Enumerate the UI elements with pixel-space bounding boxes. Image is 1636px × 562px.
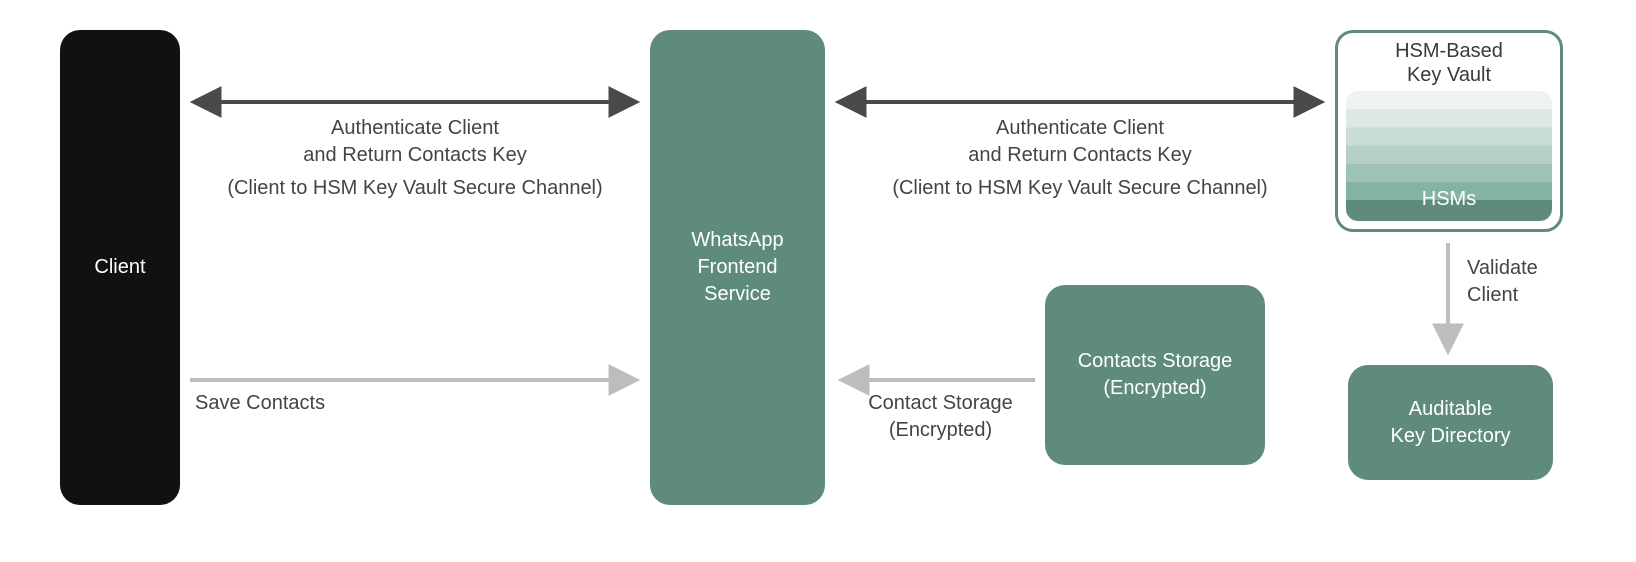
save-contacts-text: Save Contacts [195, 392, 325, 414]
validate-client-line1: Validate [1467, 255, 1538, 282]
contacts-storage-node: Contacts Storage (Encrypted) [1045, 285, 1265, 465]
hsm-key-vault-title: HSM-Based Key Vault [1395, 39, 1503, 87]
hsm-key-vault-node: HSM-Based Key Vault HSMs [1335, 30, 1563, 232]
frontend-service-label: WhatsApp Frontend Service [691, 227, 783, 308]
auth-left-line2: and Return Contacts Key [195, 142, 635, 169]
contact-storage-label: Contact Storage (Encrypted) [843, 390, 1038, 444]
auth-right-line2: and Return Contacts Key [840, 142, 1320, 169]
validate-client-label: Validate Client [1467, 255, 1538, 309]
frontend-service-node: WhatsApp Frontend Service [650, 30, 825, 505]
contact-storage-line2: (Encrypted) [843, 417, 1038, 444]
client-node: Client [60, 30, 180, 505]
key-directory-label: Auditable Key Directory [1390, 396, 1510, 450]
auth-right-label: Authenticate Client and Return Contacts … [840, 115, 1320, 202]
client-label: Client [94, 254, 145, 281]
save-contacts-label: Save Contacts [195, 390, 325, 417]
auth-right-line1: Authenticate Client [840, 115, 1320, 142]
contacts-storage-label: Contacts Storage (Encrypted) [1078, 348, 1233, 402]
contact-storage-line1: Contact Storage [843, 390, 1038, 417]
key-directory-node: Auditable Key Directory [1348, 365, 1553, 480]
auth-left-label: Authenticate Client and Return Contacts … [195, 115, 635, 202]
auth-left-line1: Authenticate Client [195, 115, 635, 142]
hsm-inner-label: HSMs [1422, 186, 1476, 213]
auth-right-line3: (Client to HSM Key Vault Secure Channel) [840, 175, 1320, 202]
validate-client-line2: Client [1467, 282, 1538, 309]
hsm-inner-node: HSMs [1346, 91, 1552, 221]
auth-left-line3: (Client to HSM Key Vault Secure Channel) [195, 175, 635, 202]
